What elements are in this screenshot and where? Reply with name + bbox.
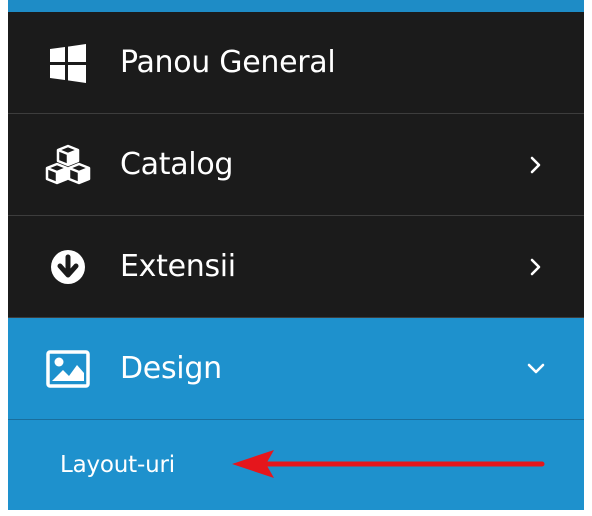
sidebar-item-extensii[interactable]: Extensii — [8, 216, 584, 318]
top-accent-strip — [8, 0, 584, 12]
image-icon — [44, 345, 92, 393]
annotation-arrow-icon — [232, 450, 545, 478]
chevron-right-icon — [526, 257, 546, 277]
windows-icon — [44, 39, 92, 87]
chevron-right-icon — [526, 155, 546, 175]
screenshot-frame: Panou General Catalog Extensii Design La… — [0, 0, 592, 516]
sidebar-item-catalog[interactable]: Catalog — [8, 114, 584, 216]
sidebar-item-label: Extensii — [120, 249, 236, 284]
sidebar-item-panou-general[interactable]: Panou General — [8, 12, 584, 114]
sidebar-item-design[interactable]: Design — [8, 318, 584, 420]
design-submenu: Layout-uri — [8, 420, 584, 510]
cubes-icon — [44, 141, 92, 189]
submenu-item-layout-uri[interactable]: Layout-uri — [60, 452, 175, 478]
sidebar-item-label: Design — [120, 351, 222, 386]
sidebar-menu: Panou General Catalog Extensii Design La… — [8, 12, 584, 510]
chevron-down-icon — [526, 359, 546, 379]
sidebar-item-label: Panou General — [120, 45, 336, 80]
download-circle-icon — [44, 243, 92, 291]
sidebar-item-label: Catalog — [120, 147, 234, 182]
